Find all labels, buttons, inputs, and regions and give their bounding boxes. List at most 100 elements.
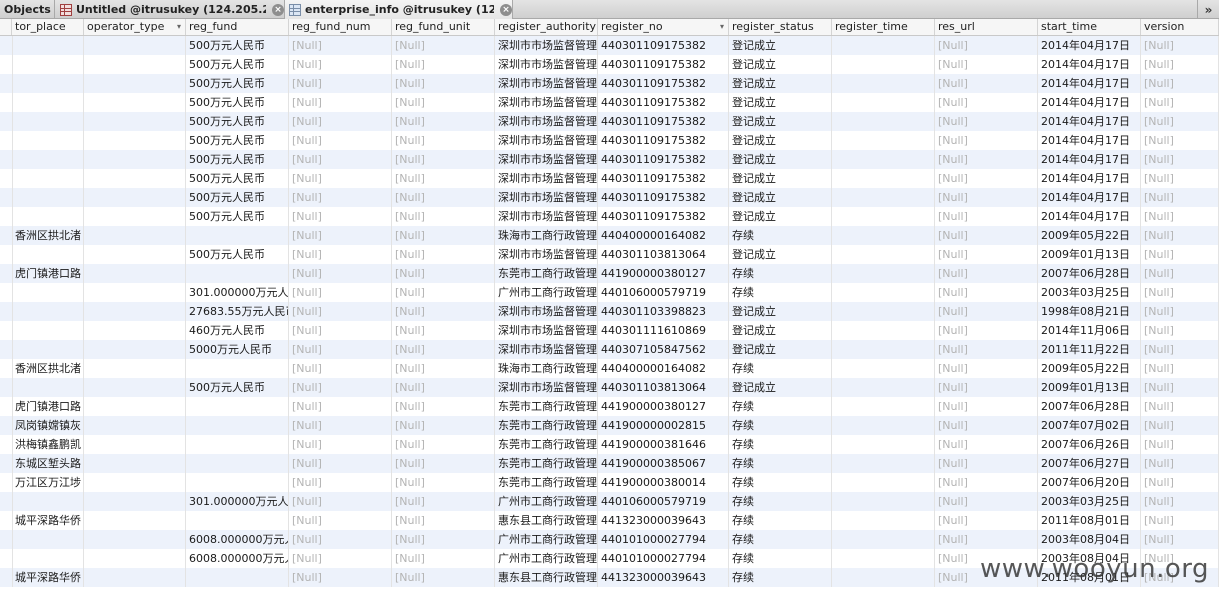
cell-start-time[interactable]: 2007年06月26日 [1038, 435, 1141, 454]
column-header-reg-fund-num[interactable]: reg_fund_num [289, 19, 392, 35]
cell-register-time[interactable] [832, 359, 935, 378]
cell-register-authority[interactable]: 惠东县工商行政管理 [495, 568, 598, 587]
cell-operator-type[interactable] [84, 74, 186, 93]
column-header-register-time[interactable]: register_time [832, 19, 935, 35]
cell-register-authority[interactable]: 珠海市工商行政管理 [495, 359, 598, 378]
cell-start-time[interactable]: 2014年04月17日 [1038, 150, 1141, 169]
cell-register-time[interactable] [832, 188, 935, 207]
cell-reg-fund-unit[interactable]: [Null] [392, 435, 495, 454]
cell-version[interactable]: [Null] [1141, 245, 1219, 264]
cell-register-authority[interactable]: 广州市工商行政管理 [495, 549, 598, 568]
cell-start-time[interactable]: 2014年04月17日 [1038, 112, 1141, 131]
cell-reg-fund[interactable] [186, 511, 289, 530]
cell-version[interactable]: [Null] [1141, 150, 1219, 169]
cell-register-authority[interactable]: 深圳市市场监督管理 [495, 321, 598, 340]
cell-tor-place[interactable] [12, 530, 84, 549]
cell-operator-type[interactable] [84, 207, 186, 226]
cell-start-time[interactable]: 2003年08月04日 [1038, 530, 1141, 549]
table-row[interactable]: 500万元人民币 [Null] [Null] 深圳市市场监督管理 44030110917… [0, 131, 1219, 150]
cell-reg-fund-unit[interactable]: [Null] [392, 264, 495, 283]
table-row[interactable]: 500万元人民币 [Null] [Null] 深圳市市场监督管理 44030110917… [0, 207, 1219, 226]
cell-reg-fund-unit[interactable]: [Null] [392, 416, 495, 435]
cell-register-authority[interactable]: 深圳市市场监督管理 [495, 340, 598, 359]
cell-register-no[interactable]: 440301111610869 [598, 321, 729, 340]
cell-reg-fund-num[interactable]: [Null] [289, 169, 392, 188]
cell-register-no[interactable]: 440301109175382 [598, 74, 729, 93]
cell-register-no[interactable]: 440400000164082 [598, 226, 729, 245]
cell-reg-fund-num[interactable]: [Null] [289, 340, 392, 359]
cell-start-time[interactable]: 2009年05月22日 [1038, 359, 1141, 378]
cell-start-time[interactable]: 2003年03月25日 [1038, 492, 1141, 511]
cell-operator-type[interactable] [84, 226, 186, 245]
cell-reg-fund-unit[interactable]: [Null] [392, 207, 495, 226]
cell-version[interactable]: [Null] [1141, 340, 1219, 359]
table-row[interactable]: 万江区万江埗 [Null] [Null] 东莞市工商行政管理 4419000003800… [0, 473, 1219, 492]
column-header-tor-place[interactable]: tor_place [12, 19, 84, 35]
cell-operator-type[interactable] [84, 131, 186, 150]
table-row[interactable]: 500万元人民币 [Null] [Null] 深圳市市场监督管理 44030110917… [0, 188, 1219, 207]
cell-reg-fund-num[interactable]: [Null] [289, 226, 392, 245]
cell-reg-fund-unit[interactable]: [Null] [392, 321, 495, 340]
cell-res-url[interactable]: [Null] [935, 511, 1038, 530]
cell-reg-fund-num[interactable]: [Null] [289, 416, 392, 435]
cell-tor-place[interactable]: 虎门镇港口路 [12, 397, 84, 416]
cell-start-time[interactable]: 2014年04月17日 [1038, 93, 1141, 112]
table-row[interactable]: 5000万元人民币 [Null] [Null] 深圳市市场监督管理 4403071058… [0, 340, 1219, 359]
cell-reg-fund-unit[interactable]: [Null] [392, 188, 495, 207]
cell-reg-fund-num[interactable]: [Null] [289, 359, 392, 378]
table-row[interactable]: 500万元人民币 [Null] [Null] 深圳市市场监督管理 44030110917… [0, 169, 1219, 188]
cell-start-time[interactable]: 2009年01月13日 [1038, 378, 1141, 397]
cell-version[interactable]: [Null] [1141, 321, 1219, 340]
table-row[interactable]: 凤岗镇嫦镇灰 [Null] [Null] 东莞市工商行政管理 4419000000028… [0, 416, 1219, 435]
cell-register-no[interactable]: 440301109175382 [598, 169, 729, 188]
cell-res-url[interactable]: [Null] [935, 283, 1038, 302]
cell-reg-fund-num[interactable]: [Null] [289, 36, 392, 55]
cell-start-time[interactable]: 2009年01月13日 [1038, 245, 1141, 264]
cell-operator-type[interactable] [84, 340, 186, 359]
cell-register-status[interactable]: 登记成立 [729, 131, 832, 150]
cell-version[interactable]: [Null] [1141, 93, 1219, 112]
cell-tor-place[interactable] [12, 492, 84, 511]
cell-start-time[interactable]: 2014年04月17日 [1038, 36, 1141, 55]
cell-version[interactable]: [Null] [1141, 226, 1219, 245]
cell-res-url[interactable]: [Null] [935, 36, 1038, 55]
cell-register-status[interactable]: 登记成立 [729, 36, 832, 55]
table-row[interactable]: 城平深路华侨 [Null] [Null] 惠东县工商行政管理 4413230000396… [0, 511, 1219, 530]
cell-reg-fund-num[interactable]: [Null] [289, 55, 392, 74]
cell-operator-type[interactable] [84, 283, 186, 302]
cell-register-status[interactable]: 存续 [729, 511, 832, 530]
cell-reg-fund[interactable] [186, 226, 289, 245]
cell-version[interactable]: [Null] [1141, 207, 1219, 226]
cell-register-no[interactable]: 441900000380127 [598, 264, 729, 283]
cell-reg-fund[interactable]: 500万元人民币 [186, 93, 289, 112]
cell-reg-fund[interactable]: 500万元人民币 [186, 207, 289, 226]
cell-res-url[interactable]: [Null] [935, 169, 1038, 188]
cell-start-time[interactable]: 2014年04月17日 [1038, 131, 1141, 150]
cell-tor-place[interactable]: 城平深路华侨 [12, 511, 84, 530]
cell-reg-fund-num[interactable]: [Null] [289, 93, 392, 112]
cell-tor-place[interactable]: 凤岗镇嫦镇灰 [12, 416, 84, 435]
cell-register-time[interactable] [832, 74, 935, 93]
cell-reg-fund-num[interactable]: [Null] [289, 568, 392, 587]
cell-register-status[interactable]: 登记成立 [729, 245, 832, 264]
cell-tor-place[interactable] [12, 549, 84, 568]
table-row[interactable]: 27683.55万元人民币 [Null] [Null] 深圳市市场监督管理 440301… [0, 302, 1219, 321]
cell-reg-fund-num[interactable]: [Null] [289, 131, 392, 150]
cell-operator-type[interactable] [84, 435, 186, 454]
column-header-reg-fund[interactable]: reg_fund [186, 19, 289, 35]
cell-version[interactable]: [Null] [1141, 302, 1219, 321]
cell-register-authority[interactable]: 东莞市工商行政管理 [495, 454, 598, 473]
cell-reg-fund[interactable]: 500万元人民币 [186, 55, 289, 74]
cell-register-authority[interactable]: 深圳市市场监督管理 [495, 93, 598, 112]
cell-version[interactable]: [Null] [1141, 473, 1219, 492]
cell-version[interactable]: [Null] [1141, 454, 1219, 473]
cell-register-authority[interactable]: 东莞市工商行政管理 [495, 435, 598, 454]
cell-reg-fund-unit[interactable]: [Null] [392, 530, 495, 549]
cell-version[interactable]: [Null] [1141, 283, 1219, 302]
cell-register-no[interactable]: 441900000002815 [598, 416, 729, 435]
cell-operator-type[interactable] [84, 112, 186, 131]
table-row[interactable]: 500万元人民币 [Null] [Null] 深圳市市场监督管理 44030110381… [0, 378, 1219, 397]
table-row[interactable]: 301.000000万元人 [Null] [Null] 广州市工商行政管理 440106… [0, 492, 1219, 511]
cell-reg-fund-unit[interactable]: [Null] [392, 549, 495, 568]
cell-register-no[interactable]: 440301109175382 [598, 36, 729, 55]
